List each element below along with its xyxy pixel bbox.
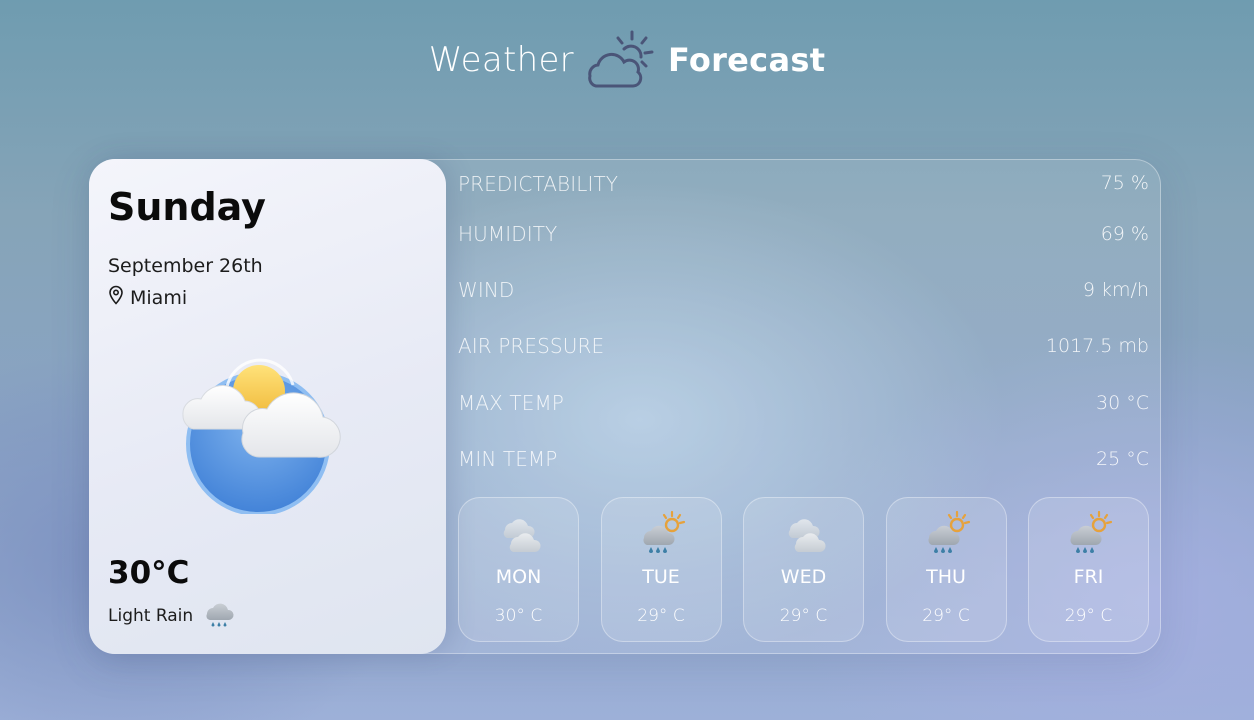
forecast-day-fri[interactable]: FRI 29° C — [1028, 497, 1149, 642]
location-name: Miami — [130, 286, 188, 309]
stat-label: MIN TEMP — [458, 446, 558, 471]
forecast-day-wed[interactable]: WED 29° C — [743, 497, 864, 642]
sun-rain-cloud-icon — [923, 510, 973, 554]
current-temperature: 30°C — [108, 555, 190, 591]
forecast-day-name: FRI — [1073, 566, 1104, 588]
condition-text: Light Rain — [108, 606, 194, 626]
stat-label: MAX TEMP — [458, 390, 564, 415]
forecast-day-temp: 29° C — [637, 606, 685, 626]
stat-predictability: PREDICTABILITY 75 % — [458, 172, 1149, 206]
forecast-day-temp: 29° C — [1064, 606, 1113, 626]
forecast-day-temp: 30° C — [494, 606, 543, 626]
rain-cloud-icon — [203, 599, 235, 633]
stat-value: 75 % — [1100, 172, 1149, 194]
stat-min-temp: MIN TEMP 25 °C — [458, 431, 1149, 487]
sun-rain-cloud-icon — [1065, 510, 1115, 554]
forecast-day-name: THU — [926, 566, 966, 588]
stat-value: 1017.5 mb — [1045, 335, 1149, 358]
stat-label: HUMIDITY — [458, 222, 558, 247]
forecast-day-temp: 29° C — [779, 606, 828, 626]
current-date: September 26th — [108, 255, 263, 277]
current-day: Sunday — [108, 185, 266, 229]
title-weather: Weather — [428, 40, 574, 80]
clouds-icon — [495, 510, 545, 554]
forecast-day-mon[interactable]: MON 30° C — [458, 497, 579, 642]
sun-behind-clouds-icon — [175, 349, 347, 516]
stat-value: 9 km/h — [1082, 279, 1149, 302]
stat-label: WIND — [458, 278, 515, 303]
stat-max-temp: MAX TEMP 30 °C — [458, 375, 1149, 431]
forecast-day-name: TUE — [642, 566, 680, 588]
forecast-list: MON 30° C TUE 29° C WED 29° C THU 29° C … — [458, 497, 1149, 642]
title-forecast: Forecast — [667, 41, 826, 79]
stat-air-pressure: AIR PRESSURE 1017.5 mb — [458, 318, 1149, 374]
sun-rain-cloud-icon — [638, 510, 688, 554]
stat-value: 69 % — [1100, 223, 1149, 246]
stat-value: 25 °C — [1096, 447, 1149, 470]
app-header: Weather Forecast — [0, 20, 1254, 100]
weather-stats: PREDICTABILITY 75 % HUMIDITY 69 % WIND 9… — [458, 172, 1149, 487]
forecast-day-name: WED — [780, 566, 827, 588]
stat-label: AIR PRESSURE — [458, 334, 605, 359]
forecast-day-temp: 29° C — [922, 606, 970, 626]
current-condition: Light Rain — [108, 599, 235, 633]
clouds-icon — [780, 510, 830, 554]
stat-label: PREDICTABILITY — [458, 172, 619, 196]
map-pin-icon — [108, 285, 124, 310]
forecast-day-tue[interactable]: TUE 29° C — [600, 497, 722, 642]
cloud-sun-icon — [580, 28, 662, 92]
stat-value: 30 °C — [1096, 391, 1149, 414]
current-weather-panel: Sunday September 26th Miami 30°C Light R… — [89, 159, 446, 654]
current-location: Miami — [108, 285, 187, 310]
forecast-day-thu[interactable]: THU 29° C — [885, 497, 1007, 642]
stat-wind: WIND 9 km/h — [458, 262, 1149, 318]
forecast-day-name: MON — [495, 566, 542, 588]
stat-humidity: HUMIDITY 69 % — [458, 206, 1149, 262]
